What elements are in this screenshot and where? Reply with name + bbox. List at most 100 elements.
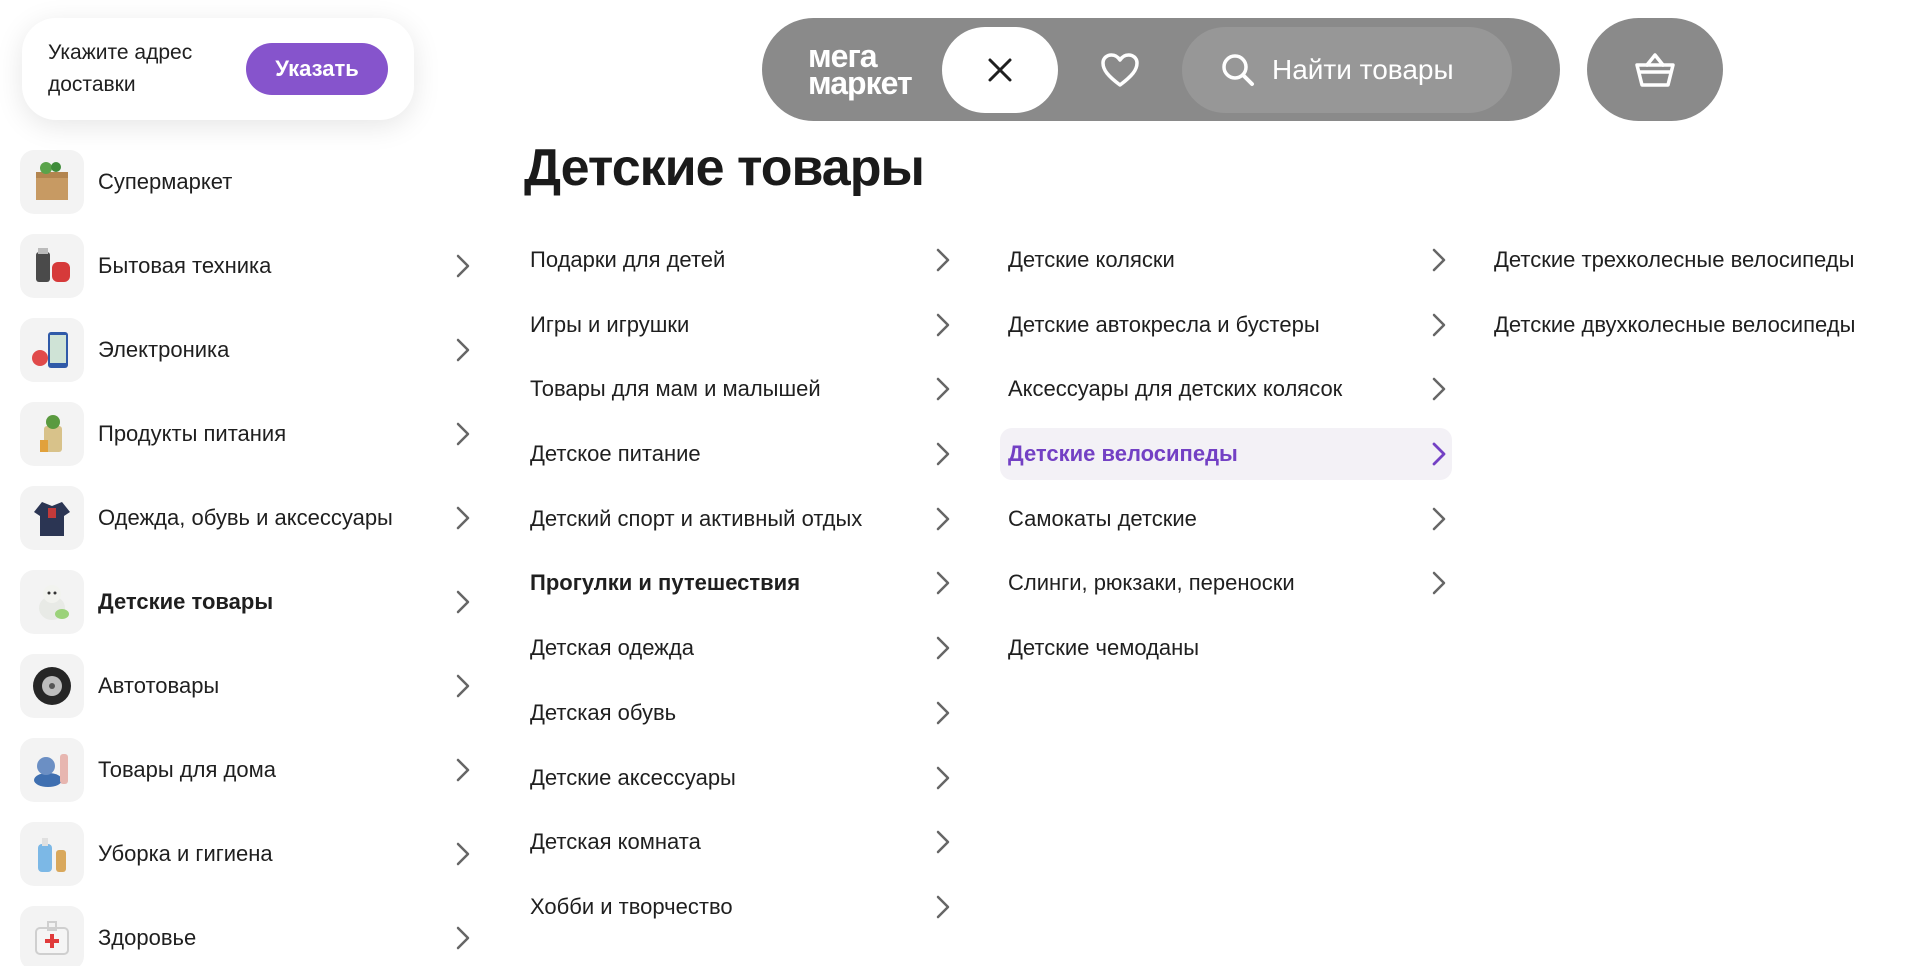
first-aid-icon xyxy=(20,906,84,966)
basket-icon xyxy=(1635,52,1675,87)
subcategory-label: Детская комната xyxy=(530,829,701,855)
clothes-icon xyxy=(20,486,84,550)
food-icon xyxy=(20,402,84,466)
search-icon xyxy=(1222,53,1254,86)
kids-toy-icon xyxy=(20,570,84,634)
subcategory-item[interactable]: Детские аксессуары xyxy=(530,752,960,804)
subcategory-column-1: Подарки для детей Игры и игрушки Товары … xyxy=(530,234,960,946)
chevron-right-icon xyxy=(936,313,950,336)
subcategory-label: Самокаты детские xyxy=(1008,505,1197,531)
subcategory-item[interactable]: Детские чемоданы xyxy=(1008,622,1452,674)
subcategory-label: Детские велосипеды xyxy=(1008,441,1238,467)
sidebar-item-cleaning[interactable]: Уборка и гигиена xyxy=(20,812,480,896)
sidebar-item-label: Уборка и гигиена xyxy=(98,841,273,866)
search-label: Найти товары xyxy=(1272,53,1454,85)
category-sidebar: Супермаркет Бытовая техника Электроника … xyxy=(20,140,480,966)
sidebar-item-label: Детские товары xyxy=(98,589,274,614)
subcategory-item[interactable]: Подарки для детей xyxy=(530,234,960,286)
subcategory-item[interactable]: Товары для мам и малышей xyxy=(530,363,960,415)
sidebar-item-label: Одежда, обувь и аксессуары xyxy=(98,505,393,530)
subcategory-column-2: Детские коляски Детские автокресла и бус… xyxy=(1000,234,1452,687)
subcategory-label: Детские чемоданы xyxy=(1008,635,1200,661)
subcategory-item-highlighted[interactable]: Детские велосипеды xyxy=(1000,428,1452,481)
chevron-right-icon xyxy=(456,758,470,782)
sidebar-item-label: Здоровье xyxy=(98,925,197,950)
chevron-right-icon xyxy=(936,766,950,789)
subcategory-item[interactable]: Детский спорт и активный отдых xyxy=(530,493,960,545)
chevron-right-icon xyxy=(936,378,950,401)
chevron-right-icon xyxy=(936,442,950,466)
sidebar-item-label: Товары для дома xyxy=(98,757,276,782)
subcategory-item[interactable]: Детская комната xyxy=(530,816,960,868)
subcategory-item[interactable]: Детские автокресла и бустеры xyxy=(1008,299,1452,351)
subcategory-column-3: Детские трехколесные велосипеды Детские … xyxy=(1494,234,1914,363)
subcategory-item[interactable]: Детская обувь xyxy=(530,687,960,739)
subcategory-item[interactable]: Самокаты детские xyxy=(1008,493,1452,545)
sidebar-item-auto[interactable]: Автотовары xyxy=(20,644,480,728)
set-address-button[interactable]: Указать xyxy=(246,43,388,95)
subcategory-label: Детское питание xyxy=(530,441,701,467)
subcategory-item[interactable]: Детские трехколесные велосипеды xyxy=(1494,234,1914,286)
subcategory-label: Прогулки и путешествия xyxy=(530,570,801,596)
chevron-right-icon xyxy=(1432,507,1446,530)
chevron-right-icon xyxy=(456,842,470,866)
electronics-icon xyxy=(20,318,84,382)
sidebar-item-appliances[interactable]: Бытовая техника xyxy=(20,224,480,308)
sidebar-item-health[interactable]: Здоровье xyxy=(20,896,480,966)
search-button[interactable]: Найти товары xyxy=(1182,26,1512,113)
sidebar-item-food[interactable]: Продукты питания xyxy=(20,392,480,476)
sidebar-item-kids[interactable]: Детские товары xyxy=(20,560,480,644)
chevron-right-icon xyxy=(456,254,470,278)
chevron-right-icon xyxy=(936,701,950,725)
subcategory-item[interactable]: Аксессуары для детских колясок xyxy=(1008,363,1452,415)
sidebar-item-supermarket[interactable]: Супермаркет xyxy=(20,140,480,224)
tire-icon xyxy=(20,654,84,718)
subcategory-item[interactable]: Детская одежда xyxy=(530,622,960,674)
sidebar-item-label: Продукты питания xyxy=(98,421,287,446)
close-icon xyxy=(988,58,1012,81)
sidebar-item-label: Автотовары xyxy=(98,673,220,698)
subcategory-label: Слинги, рюкзаки, переноски xyxy=(1008,570,1295,596)
subcategory-label: Детские аксессуары xyxy=(530,764,736,790)
chevron-right-icon xyxy=(456,926,470,950)
heart-icon xyxy=(1101,52,1139,87)
chevron-right-icon xyxy=(1432,572,1446,595)
subcategory-label: Хобби и творчество xyxy=(530,893,733,919)
chevron-right-icon xyxy=(936,572,950,595)
subcategory-item[interactable]: Детское питание xyxy=(530,428,960,480)
sidebar-item-electronics[interactable]: Электроника xyxy=(20,308,480,392)
chevron-right-icon xyxy=(456,590,470,614)
subcategory-label: Детские двухколесные велосипеды xyxy=(1494,311,1856,337)
subcategory-label: Детские коляски xyxy=(1008,247,1175,272)
chevron-right-icon xyxy=(1432,378,1446,401)
subcategory-label: Аксессуары для детских колясок xyxy=(1008,376,1343,402)
cleaning-icon xyxy=(20,822,84,886)
chevron-right-icon xyxy=(936,895,950,919)
chevron-right-icon xyxy=(456,422,470,446)
subcategory-item[interactable]: Слинги, рюкзаки, переноски xyxy=(1008,557,1452,609)
chevron-right-icon xyxy=(456,338,470,362)
page-title: Детские товары xyxy=(524,139,925,197)
sidebar-item-home[interactable]: Товары для дома xyxy=(20,728,480,812)
subcategory-label: Детские автокресла и бустеры xyxy=(1008,311,1320,337)
cart-button[interactable] xyxy=(1587,18,1723,121)
chevron-right-icon xyxy=(456,506,470,530)
chevron-right-icon xyxy=(936,830,950,854)
chevron-right-icon xyxy=(456,674,470,698)
subcategory-item[interactable]: Хобби и творчество xyxy=(530,881,960,933)
subcategory-label: Товары для мам и малышей xyxy=(530,376,821,402)
close-catalog-button[interactable] xyxy=(942,26,1058,113)
subcategory-label: Детская одежда xyxy=(530,635,694,661)
subcategory-item[interactable]: Детские двухколесные велосипеды xyxy=(1494,299,1914,351)
sidebar-item-label: Электроника xyxy=(98,337,230,362)
favorites-button[interactable] xyxy=(1058,27,1182,113)
subcategory-item[interactable]: Игры и игрушки xyxy=(530,299,960,351)
top-bar: мега маркет Найти товары xyxy=(762,18,1560,121)
delivery-address-prompt: Укажите адрес доставки xyxy=(48,41,193,96)
appliances-icon xyxy=(20,234,84,298)
subcategory-item[interactable]: Детские коляски xyxy=(1008,234,1452,286)
subcategory-item-active[interactable]: Прогулки и путешествия xyxy=(530,557,960,609)
megamarket-logo[interactable]: мега маркет xyxy=(808,40,942,99)
sidebar-item-clothes[interactable]: Одежда, обувь и аксессуары xyxy=(20,476,480,560)
chevron-right-icon xyxy=(1432,313,1446,336)
